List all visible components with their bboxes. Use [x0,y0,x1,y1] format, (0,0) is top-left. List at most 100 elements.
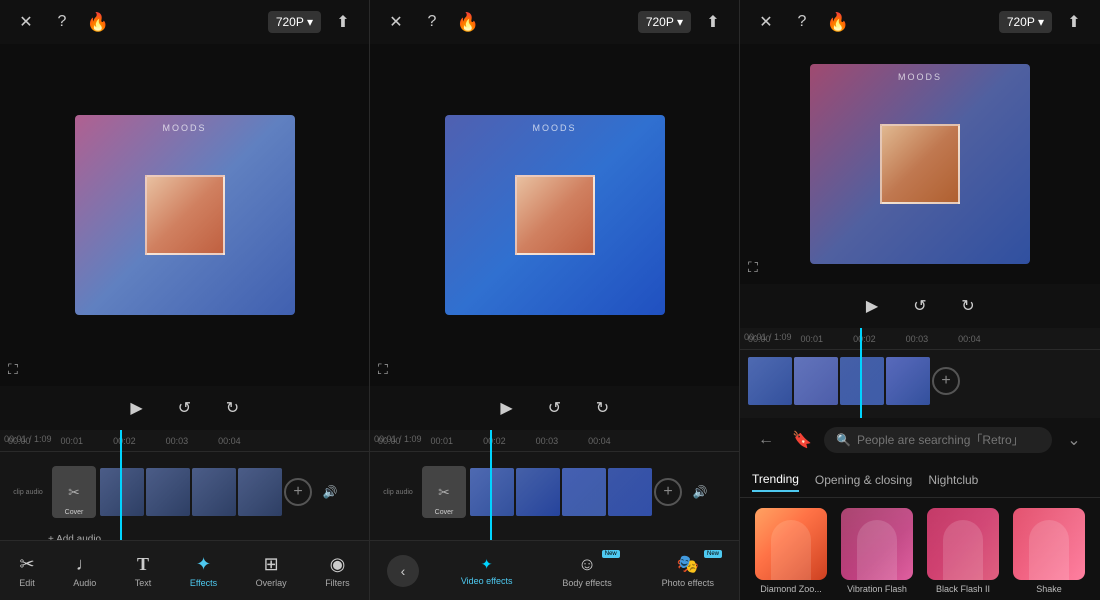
redo-button-1[interactable]: ↻ [219,394,247,422]
help-button-1[interactable]: ? [48,8,76,36]
cover-label-2: Cover [435,509,454,516]
diamond-zoom-label: Diamond Zoo... [760,584,822,594]
track-thumb-1-2[interactable] [146,468,190,516]
timeline-ruler-2: 00:01 / 1:09 00:00 00:01 00:02 00:03 00:… [370,430,739,452]
tool-audio-1[interactable]: ♩ Audio [65,550,104,592]
right-thumb-2[interactable] [794,357,838,405]
tool-overlay-1[interactable]: ⊞ Overlay [248,550,295,592]
tool-filters-1[interactable]: ◉ Filters [317,550,358,592]
help-button-right[interactable]: ? [788,8,816,36]
clip-audio-label-2: clip audio [378,489,418,496]
undo-button-2[interactable]: ↺ [541,394,569,422]
audio-tool-icon: ♩ [76,554,94,575]
text-label: Text [135,578,152,588]
right-top-bar: ✕ ? 🔥 720P ▾ ⬆ [740,0,1100,44]
clip-audio-label-1: clip audio [8,489,48,496]
track-thumb-2-1[interactable] [470,468,514,516]
right-thumb-3[interactable] [840,357,884,405]
bookmark-icon[interactable]: 🔖 [788,426,816,454]
upload-button-2[interactable]: ⬆ [699,8,727,36]
effects-label-1: Effects [190,578,217,588]
close-button-right[interactable]: ✕ [752,8,780,36]
effect-vibration-flash[interactable]: Vibration Flash [838,508,916,594]
tab-trending[interactable]: Trending [752,468,799,492]
right-undo-button[interactable]: ↺ [906,292,934,320]
body-effects-label: Body effects [562,578,611,588]
right-play-button[interactable]: ▶ [858,292,886,320]
expand-search-icon[interactable]: ⌄ [1060,426,1088,454]
top-bar-right-1: 720P ▾ ⬆ [268,8,357,36]
tool-body-effects[interactable]: ☺ Body effects New [554,550,619,592]
person-silhouette-3 [943,520,983,580]
ruler-mark-2-2: 00:02 [483,436,506,446]
add-audio-button-1[interactable]: + Add audio [0,532,369,540]
right-expand-button[interactable]: ⛶ [748,259,758,276]
resolution-button-2[interactable]: 720P ▾ [638,11,691,33]
video-effects-icon: ✦ [481,556,493,573]
tool-photo-effects[interactable]: 🎭 Photo effects New [654,550,722,592]
right-track-add-button[interactable]: + [932,367,960,395]
timeline-2: 00:01 / 1:09 00:00 00:01 00:02 00:03 00:… [370,430,739,540]
resolution-button-1[interactable]: 720P ▾ [268,11,321,33]
tool-edit-1[interactable]: ✂ Edit [11,550,43,592]
person-silhouette-4 [1029,520,1069,580]
track-add-button-2[interactable]: + [654,478,682,506]
track-thumb-2-3[interactable] [562,468,606,516]
right-redo-button[interactable]: ↻ [954,292,982,320]
search-input[interactable] [857,433,1040,447]
timeline-cursor-1 [120,430,122,540]
scissors-icon: ✂ [68,484,80,501]
right-thumb-4[interactable] [886,357,930,405]
track-add-button-1[interactable]: + [284,478,312,506]
edit-label: Edit [19,578,35,588]
search-input-wrap: 🔍 [824,427,1052,453]
top-bar-left-1: ✕ ? 🔥 [12,8,112,36]
tool-text-1[interactable]: T Text [127,550,160,592]
black-flash-label: Black Flash II [936,584,990,594]
search-back-icon[interactable]: ← [752,426,780,454]
flame-icon-1: 🔥 [84,8,112,36]
bottom-toolbar-2: ‹ ✦ Video effects ☺ Body effects New 🎭 P… [370,540,739,600]
track-cover-2[interactable]: ✂ Cover [422,466,466,518]
upload-button-right[interactable]: ⬆ [1060,8,1088,36]
undo-button-1[interactable]: ↺ [171,394,199,422]
tab-opening-closing[interactable]: Opening & closing [815,469,912,491]
track-thumb-1-1[interactable] [100,468,144,516]
close-button-2[interactable]: ✕ [382,8,410,36]
play-button-1[interactable]: ▶ [123,394,151,422]
right-timestamp: 00:01 / 1:09 [744,332,792,342]
right-thumb-1[interactable] [748,357,792,405]
moods-label-2: MOODS [532,123,576,133]
right-top-left: ✕ ? 🔥 [752,8,852,36]
bottom-toolbar-1: ✂ Edit ♩ Audio T Text ✦ Effects ⊞ Overla… [0,540,369,600]
new-badge-photo: New [704,550,722,558]
track-thumb-2-2[interactable] [516,468,560,516]
tool-effects-1[interactable]: ✦ Effects [182,550,225,592]
effect-shake[interactable]: Shake [1010,508,1088,594]
track-thumb-2-4[interactable] [608,468,652,516]
video-effects-label: Video effects [461,576,513,586]
right-top-right: 720P ▾ ⬆ [999,8,1088,36]
track-cover-1[interactable]: ✂ Cover [52,466,96,518]
expand-button-2[interactable]: ⛶ [378,361,388,378]
collapse-panel-button[interactable]: ‹ [387,555,419,587]
redo-button-2[interactable]: ↻ [589,394,617,422]
close-button-1[interactable]: ✕ [12,8,40,36]
effect-diamond-zoom[interactable]: Diamond Zoo... [752,508,830,594]
tool-video-effects[interactable]: ✦ Video effects [453,552,521,590]
play-button-2[interactable]: ▶ [493,394,521,422]
resolution-button-right[interactable]: 720P ▾ [999,11,1052,33]
effect-black-flash[interactable]: Black Flash II [924,508,1002,594]
audio-label: Audio [73,578,96,588]
expand-button-1[interactable]: ⛶ [8,361,18,378]
timestamp-2: 00:01 / 1:09 [374,434,422,444]
tab-nightclub[interactable]: Nightclub [928,469,978,491]
right-moods-label: MOODS [898,72,942,82]
ruler-mark-2-3: 00:03 [536,436,559,446]
preview-image-1: MOODS [75,115,295,315]
help-button-2[interactable]: ? [418,8,446,36]
search-icon: 🔍 [836,433,851,447]
track-thumb-1-4[interactable] [238,468,282,516]
upload-button-1[interactable]: ⬆ [329,8,357,36]
track-thumb-1-3[interactable] [192,468,236,516]
